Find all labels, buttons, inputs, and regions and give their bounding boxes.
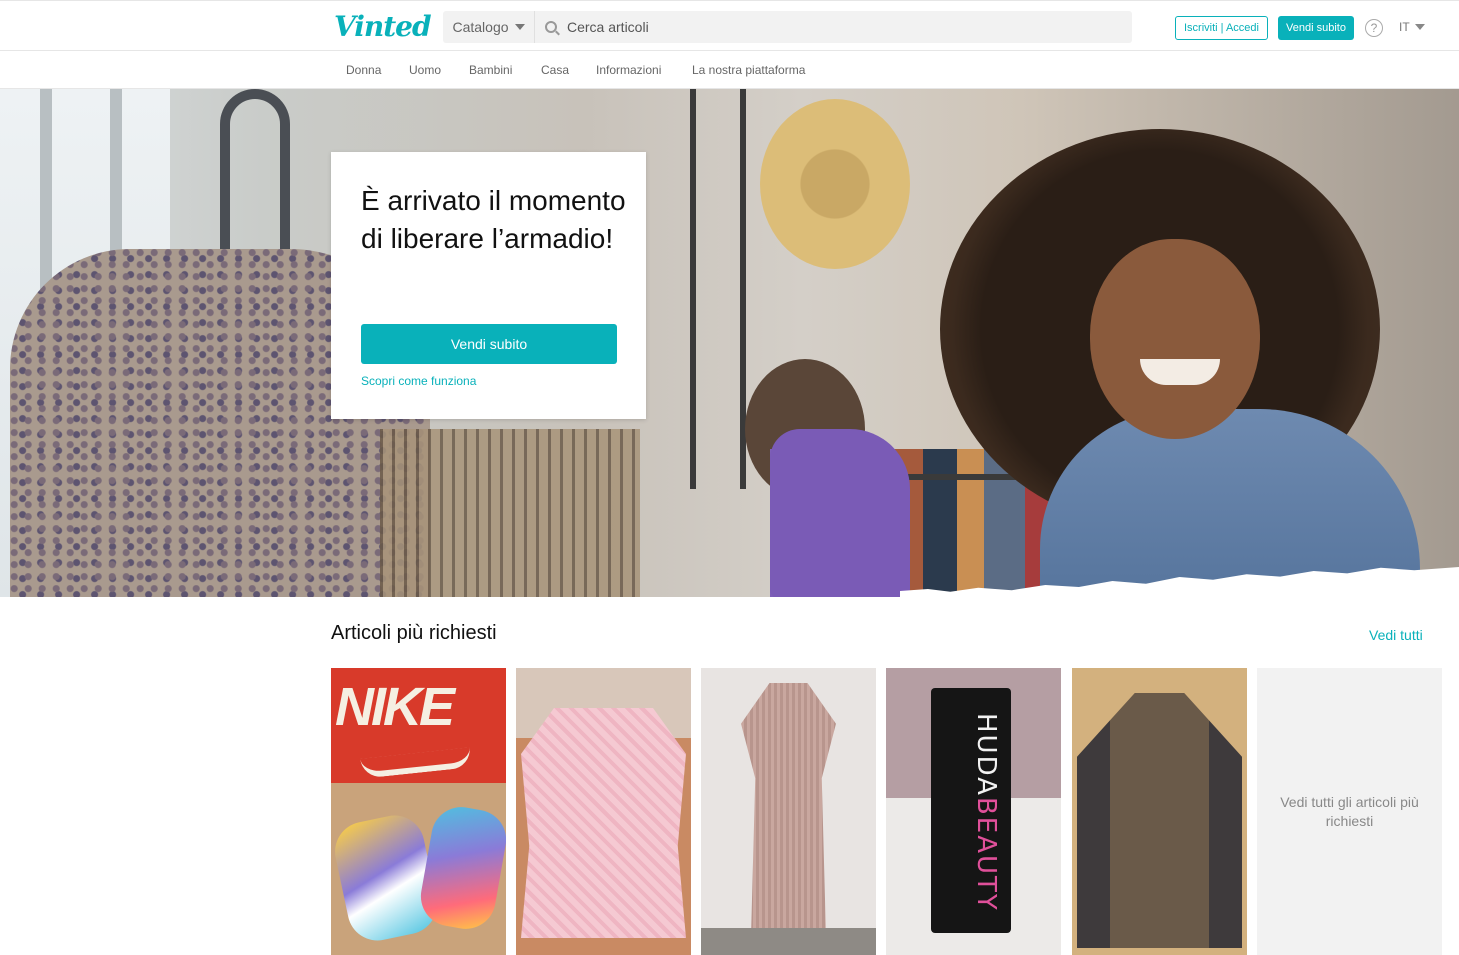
pink-top-image bbox=[521, 708, 686, 938]
item-card-nike-sneakers[interactable]: NIKE bbox=[331, 668, 506, 955]
chevron-down-icon bbox=[1414, 24, 1425, 30]
item-card-huda-beauty[interactable]: HUDABEAUTY bbox=[886, 668, 1061, 955]
language-selector[interactable]: IT bbox=[1399, 20, 1425, 34]
catalog-label: Catalogo bbox=[452, 19, 509, 35]
sneaker-image bbox=[416, 802, 506, 934]
search-bar: Catalogo bbox=[443, 11, 1132, 43]
hero-hat-image bbox=[760, 99, 910, 269]
help-icon[interactable]: ? bbox=[1365, 19, 1383, 37]
nav-item-donna[interactable]: Donna bbox=[346, 63, 381, 77]
nav-item-uomo[interactable]: Uomo bbox=[409, 63, 441, 77]
nav-item-piattaforma[interactable]: La nostra piattaforma bbox=[692, 63, 805, 77]
hero-sell-button[interactable]: Vendi subito bbox=[361, 324, 617, 364]
lace-dress-image bbox=[741, 683, 836, 955]
see-all-popular-tile[interactable]: Vedi tutti gli articoli più richiesti bbox=[1257, 668, 1442, 955]
search-icon bbox=[545, 21, 557, 33]
nav-item-casa[interactable]: Casa bbox=[541, 63, 569, 77]
hero-headline: È arrivato il momento di liberare l’arma… bbox=[361, 185, 626, 254]
hanger-image bbox=[220, 89, 290, 249]
nav-item-bambini[interactable]: Bambini bbox=[469, 63, 512, 77]
vinted-logo[interactable]: Vinted bbox=[334, 10, 432, 43]
hero-banner: È arrivato il momento di liberare l’arma… bbox=[0, 89, 1459, 597]
item-card-pink-top[interactable] bbox=[516, 668, 691, 955]
language-label: IT bbox=[1399, 20, 1410, 34]
catalog-dropdown[interactable]: Catalogo bbox=[443, 11, 535, 43]
category-nav: Donna Uomo Bambini Casa Informazioni La … bbox=[0, 52, 1459, 89]
section-title: Articoli più richiesti bbox=[331, 622, 497, 644]
hero-card: È arrivato il momento di liberare l’arma… bbox=[331, 152, 646, 419]
site-header: Vinted Catalogo Iscriviti | Accedi Vendi… bbox=[0, 4, 1459, 51]
item-card-lace-dress[interactable] bbox=[701, 668, 876, 955]
chevron-down-icon bbox=[514, 24, 525, 30]
huda-beauty-box-image: HUDABEAUTY bbox=[931, 688, 1011, 933]
sell-now-button[interactable]: Vendi subito bbox=[1278, 16, 1354, 40]
search-input[interactable] bbox=[567, 19, 1107, 35]
nav-item-informazioni[interactable]: Informazioni bbox=[596, 63, 661, 77]
see-all-popular-label: Vedi tutti gli articoli più richiesti bbox=[1280, 793, 1419, 829]
jacket-image bbox=[1077, 693, 1242, 948]
how-it-works-link[interactable]: Scopri come funziona bbox=[361, 374, 476, 388]
see-all-link[interactable]: Vedi tutti bbox=[1369, 627, 1423, 643]
hero-plaid-image bbox=[380, 429, 640, 597]
item-card-nike-jacket[interactable] bbox=[1072, 668, 1247, 955]
signup-login-button[interactable]: Iscriviti | Accedi bbox=[1175, 16, 1268, 40]
nike-box-image: NIKE bbox=[335, 677, 455, 737]
